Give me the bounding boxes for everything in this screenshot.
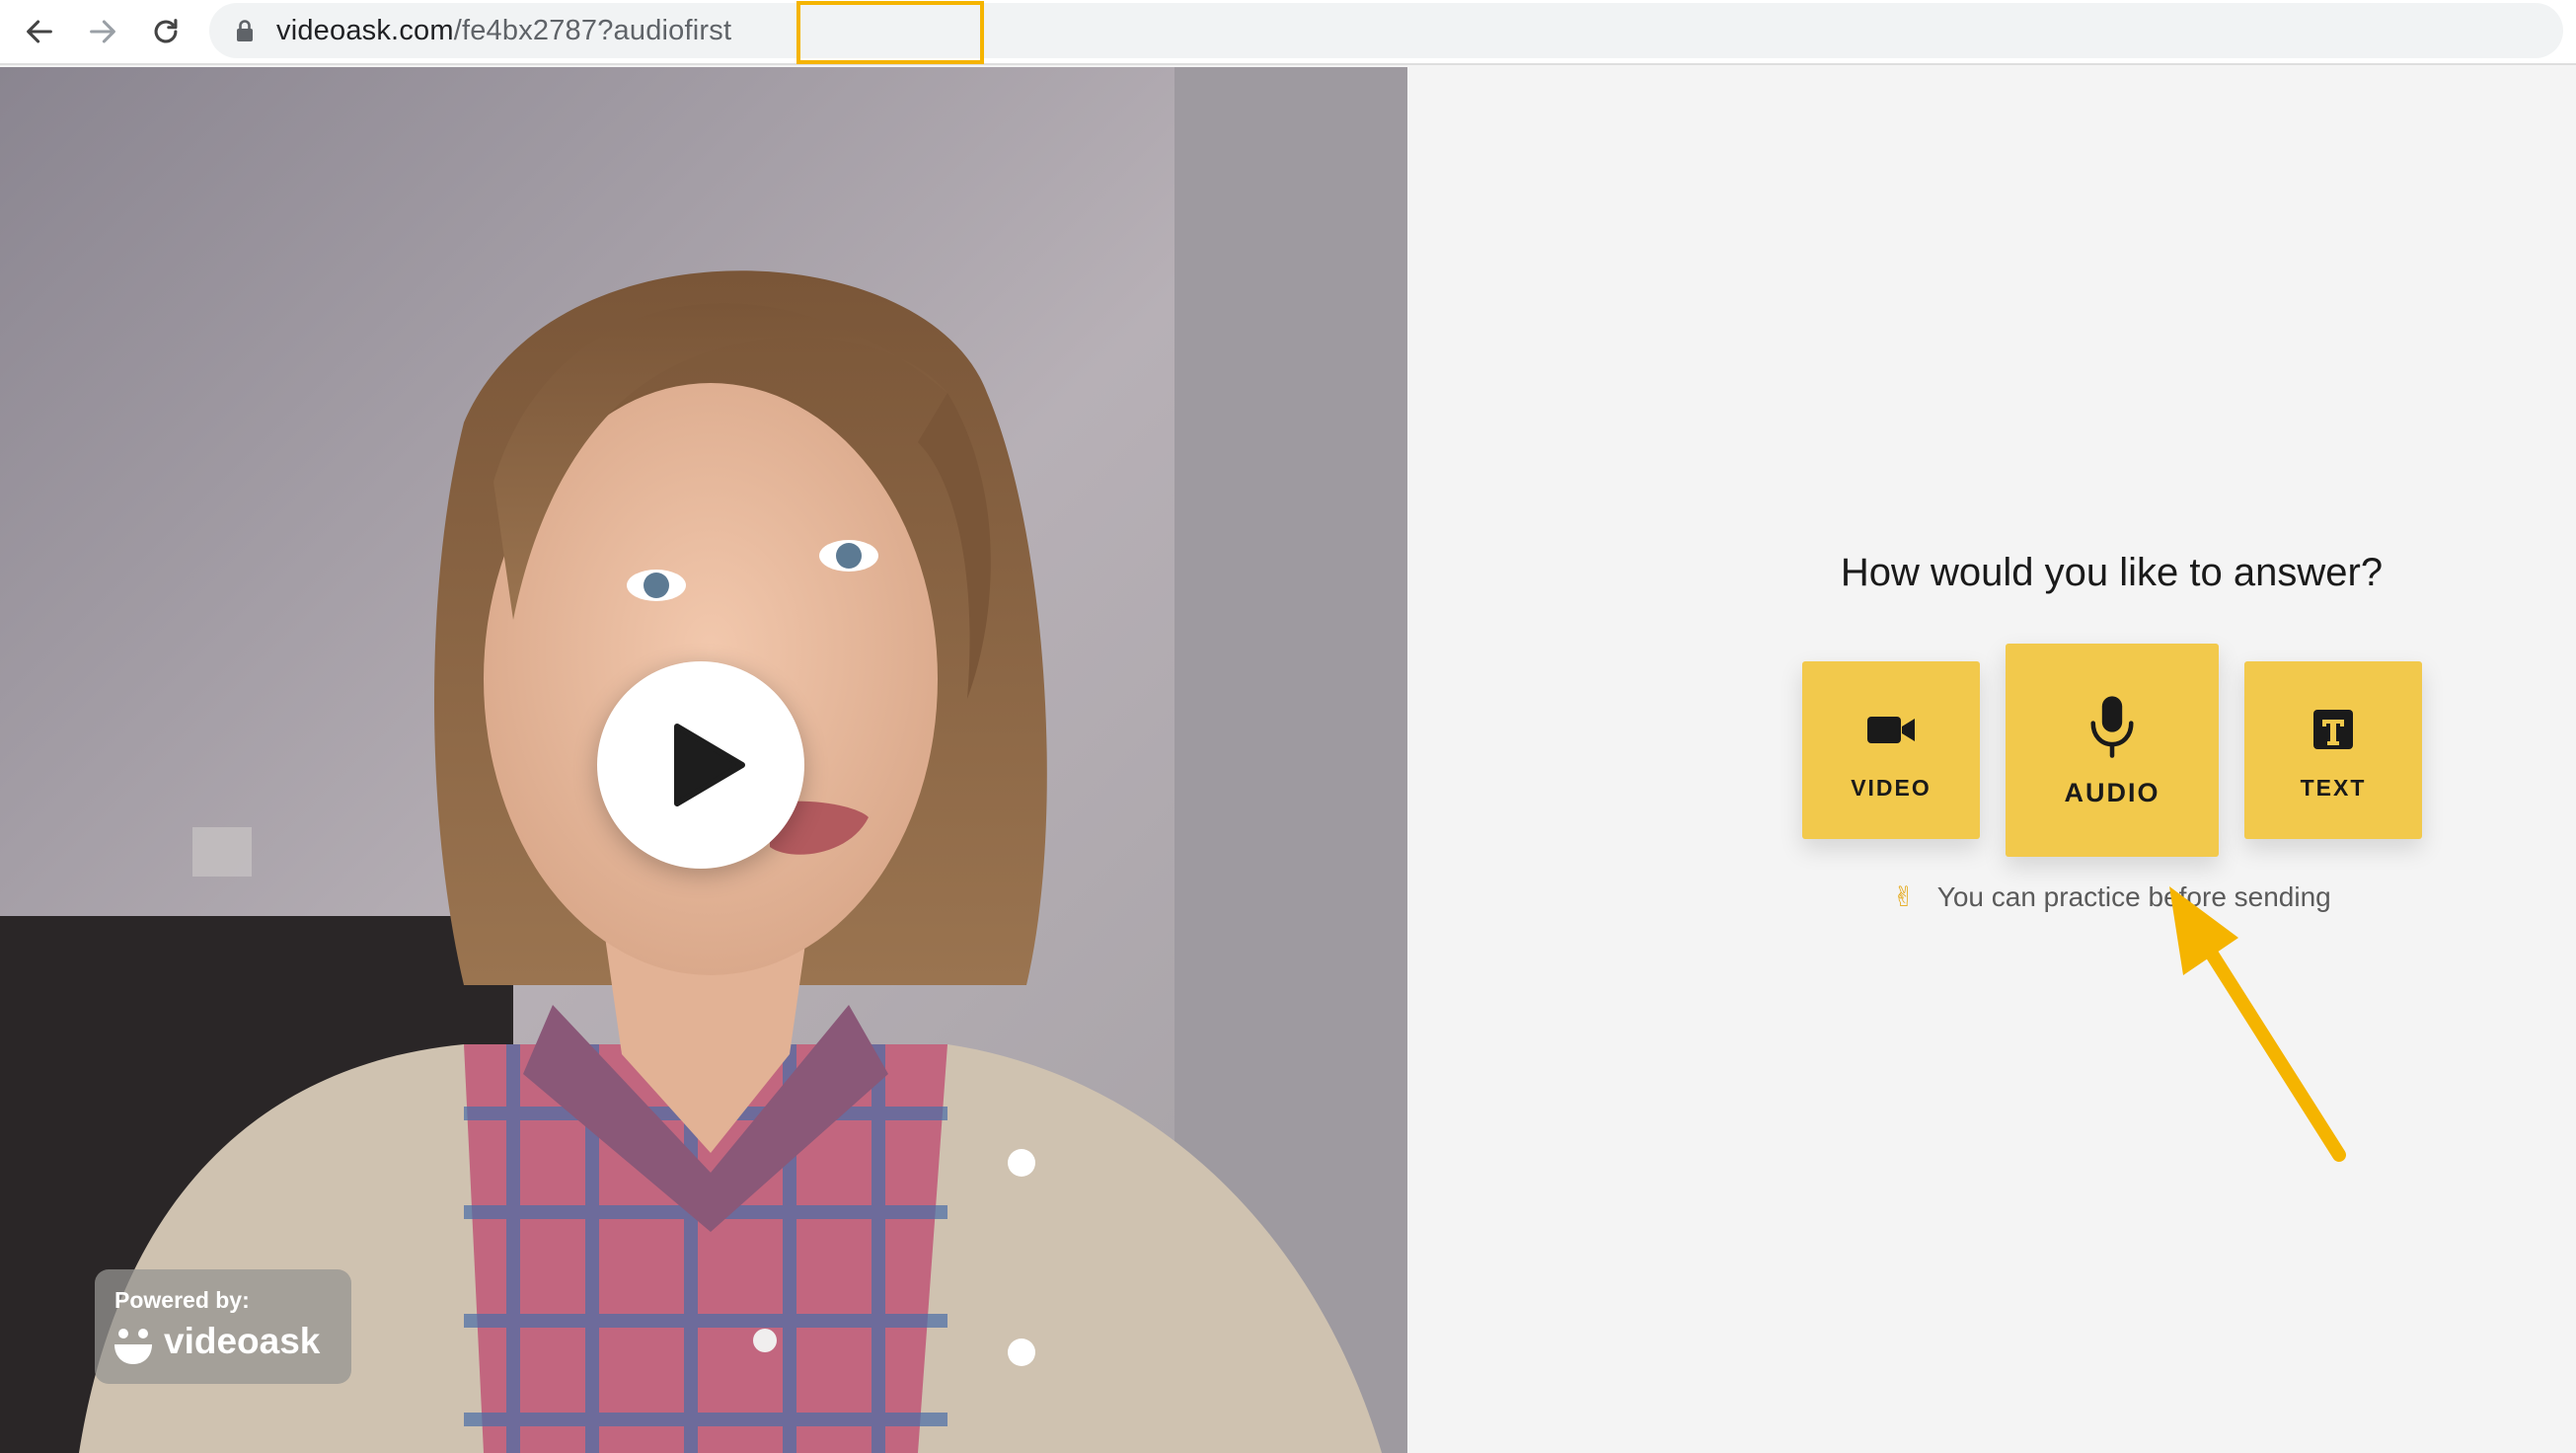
answer-audio-button[interactable]: AUDIO: [2006, 644, 2219, 857]
arrow-right-icon: [90, 20, 115, 43]
answer-text-button[interactable]: TEXT: [2244, 661, 2422, 839]
videoask-logo-icon: [114, 1329, 152, 1364]
text-t-icon: [2313, 709, 2353, 749]
answer-panel: How would you like to answer? VIDEO AUDI…: [1407, 67, 2576, 1453]
answer-text-label: TEXT: [2300, 774, 2367, 801]
victory-hand-icon: ✌: [1892, 881, 1916, 912]
video-player[interactable]: Powered by: videoask: [0, 67, 1407, 1453]
videoask-brand-name: videoask: [164, 1321, 321, 1361]
url-domain: videoask.com: [276, 15, 454, 46]
microphone-icon: [2090, 695, 2134, 758]
reload-icon: [154, 19, 178, 43]
url-text[interactable]: videoask.com/fe4bx2787?audiofirst: [276, 3, 731, 58]
address-bar[interactable]: videoask.com/fe4bx2787?audiofirst: [209, 1, 2563, 64]
arrow-left-icon: [27, 20, 52, 43]
reload-button[interactable]: [140, 6, 191, 57]
browser-toolbar: videoask.com/fe4bx2787?audiofirst: [0, 0, 2576, 65]
play-icon: [674, 724, 745, 806]
url-path: /fe4bx278: [453, 15, 581, 46]
answer-audio-label: AUDIO: [2064, 777, 2160, 807]
answer-prompt-title: How would you like to answer?: [1840, 551, 2384, 594]
practice-note-text: You can practice before sending: [1936, 881, 2331, 912]
powered-by-badge[interactable]: Powered by: videoask: [95, 1269, 351, 1384]
url-query-highlight: [796, 1, 984, 64]
video-camera-icon: [1867, 716, 1915, 743]
answer-video-button[interactable]: VIDEO: [1802, 661, 1980, 839]
lock-icon: [237, 20, 253, 41]
forward-button[interactable]: [77, 6, 128, 57]
play-button[interactable]: [597, 661, 804, 869]
back-button[interactable]: [14, 6, 65, 57]
answer-video-label: VIDEO: [1851, 774, 1932, 801]
practice-note: ✌ You can practice before sending: [1407, 880, 2576, 913]
powered-by-label: Powered by:: [114, 1287, 250, 1313]
url-query: 7?audiofirst: [580, 15, 732, 46]
